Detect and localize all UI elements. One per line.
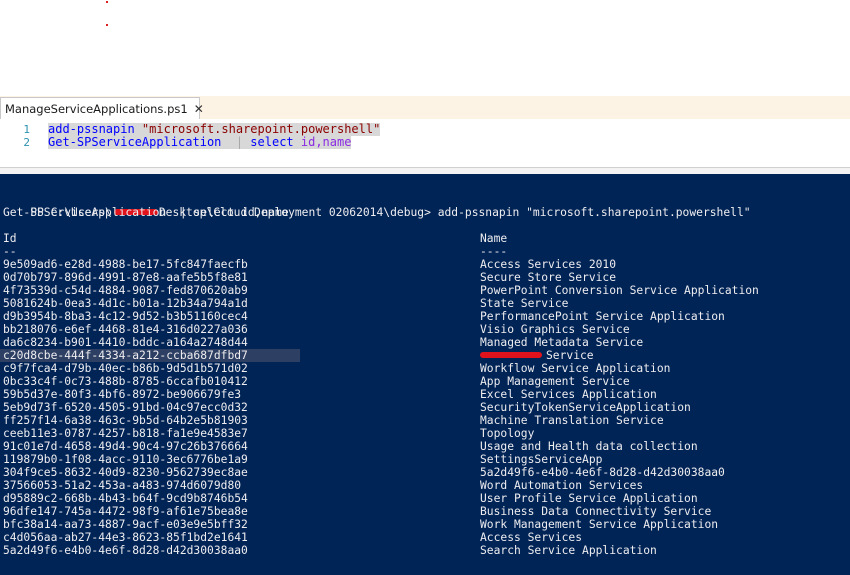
row-id: 59b5d37e-80f3-4bf6-8972-be906679fe3 bbox=[3, 388, 242, 401]
row-id: d9b3954b-8ba3-4c12-9d52-b3b51160cec4 bbox=[3, 310, 248, 323]
row-id: 37566053-51a2-453a-a483-974d6079d80 bbox=[3, 479, 242, 492]
row-name: Access Services 2010 bbox=[480, 258, 617, 271]
script-tab-bar: ManageServiceApplications.ps1 ✕ bbox=[0, 96, 850, 120]
row-name: Business Data Connectivity Service bbox=[480, 505, 712, 518]
row-name: Visio Graphics Service bbox=[480, 323, 630, 336]
row-id: 0d70b797-896d-4991-87e8-aafe5b5f8e81 bbox=[3, 271, 248, 284]
row-name: State Service bbox=[480, 297, 569, 310]
row-id: d95889c2-668b-4b43-b64f-9cd9b8746b54 bbox=[3, 492, 248, 505]
row-name: Secure Store Service bbox=[480, 271, 617, 284]
row-id: 4f73539d-c54d-4884-9087-fed870620ab9 bbox=[3, 284, 248, 297]
row-name: Managed Metadata Service bbox=[480, 336, 644, 349]
row-name: SettingsServiceApp bbox=[480, 453, 603, 466]
red-mark bbox=[106, 24, 108, 26]
line-number: 2 bbox=[23, 136, 30, 149]
header-id: Id bbox=[3, 232, 17, 245]
red-mark bbox=[106, 1, 108, 3]
row-id: bfc38a14-aa73-4887-9acf-e03e9e5bff32 bbox=[3, 518, 248, 531]
tab-label: ManageServiceApplications.ps1 bbox=[5, 101, 188, 116]
row-name: Machine Translation Service bbox=[480, 414, 664, 427]
row-id: 5a2d49f6-e4b0-4e6f-8d28-d42d30038aa0 bbox=[3, 544, 248, 557]
row-id: 5081624b-0ea3-4d1c-b01a-12b34a794a1d bbox=[3, 297, 248, 310]
row-id: 9e509ad6-e28d-4988-be17-5fc847faecfb bbox=[3, 258, 248, 271]
row-id: 5eb9d73f-6520-4505-91bd-04c97ecc0d32 bbox=[3, 401, 248, 414]
header-name: Name bbox=[480, 232, 508, 245]
code-token: Get-SPServiceApplication bbox=[48, 135, 222, 149]
header-name-underline: ---- bbox=[480, 245, 508, 258]
line-number: 1 bbox=[23, 123, 30, 136]
row-id: 96dfe147-745a-4472-98f9-af61e75bea8e bbox=[3, 505, 248, 518]
redacted-service-name bbox=[480, 351, 546, 359]
script-editor[interactable]: 1 add-pssnapin "microsoft.sharepoint.powe… bbox=[0, 119, 850, 167]
code-token: select bbox=[250, 135, 301, 149]
editor-line[interactable]: 2 Get-SPServiceApplication | select id,na… bbox=[0, 136, 850, 149]
row-name: PerformancePoint Service Application bbox=[480, 310, 725, 323]
row-id: 119879b0-1f08-4acc-9110-3ec6776be1a9 bbox=[3, 453, 248, 466]
close-icon[interactable]: ✕ bbox=[194, 102, 204, 116]
row-name: Excel Services Application bbox=[480, 388, 657, 401]
row-name: PowerPoint Conversion Service Applicatio… bbox=[480, 284, 759, 297]
console-command-line: Get-SPServiceApplication | select id,nam… bbox=[3, 206, 289, 219]
row-name: Search Service Application bbox=[480, 544, 657, 557]
tab-script-file[interactable]: ManageServiceApplications.ps1 ✕ bbox=[0, 97, 204, 119]
code-text: Get-SPServiceApplication | select id,nam… bbox=[48, 135, 352, 149]
row-name-text: Service bbox=[546, 349, 594, 362]
code-token: id,name bbox=[300, 135, 352, 149]
row-name: Service bbox=[480, 349, 594, 362]
row-id: da6c8234-b901-4410-bddc-a164a2748d44 bbox=[3, 336, 248, 349]
console-pane[interactable]: PS C:\Users\ Desktop\Cloud Deployment 020… bbox=[0, 174, 850, 575]
header-id-underline: -- bbox=[3, 245, 17, 258]
row-id: 304f9ce5-8632-40d9-8230-9562739ec8ae bbox=[3, 466, 248, 479]
row-name: Topology bbox=[480, 427, 535, 440]
row-id: 91c01e7d-4658-49d4-90c4-97c26b376664 bbox=[3, 440, 248, 453]
row-id: c9f7fca4-d79b-40ec-b86b-9d5d1b571d02 bbox=[3, 362, 248, 375]
row-name: User Profile Service Application bbox=[480, 492, 698, 505]
row-id: bb218076-e6ef-4468-81e4-316d0227a036 bbox=[3, 323, 248, 336]
row-name: Workflow Service Application bbox=[480, 362, 671, 375]
row-id: 0bc33c4f-0c73-488b-8785-6ccafb010412 bbox=[3, 375, 248, 388]
row-name: Usage and Health data collection bbox=[480, 440, 698, 453]
row-name: App Management Service bbox=[480, 375, 630, 388]
row-id: c20d8cbe-444f-4334-a212-ccba687dfbd7 bbox=[3, 349, 248, 362]
blank-region bbox=[0, 0, 850, 96]
row-id: ceeb11e3-0787-4257-b818-fa1e9e4583e7 bbox=[3, 427, 248, 440]
code-token: | bbox=[221, 135, 251, 149]
row-name: SecurityTokenServiceApplication bbox=[480, 401, 691, 414]
row-name: Work Management Service Application bbox=[480, 518, 719, 531]
code-token: "microsoft.sharepoint.powershell" bbox=[141, 122, 381, 136]
code-token: add-pssnapin bbox=[48, 122, 142, 136]
row-name: Access Services bbox=[480, 531, 583, 544]
row-id: ff257f14-6a38-463c-9b5d-64b2e5b81903 bbox=[3, 414, 248, 427]
row-name: Word Automation Services bbox=[480, 479, 644, 492]
row-name: 5a2d49f6-e4b0-4e6f-8d28-d42d30038aa0 bbox=[480, 466, 725, 479]
row-id: c4d056aa-ab27-44e3-8623-85f1bd2e1641 bbox=[3, 531, 248, 544]
